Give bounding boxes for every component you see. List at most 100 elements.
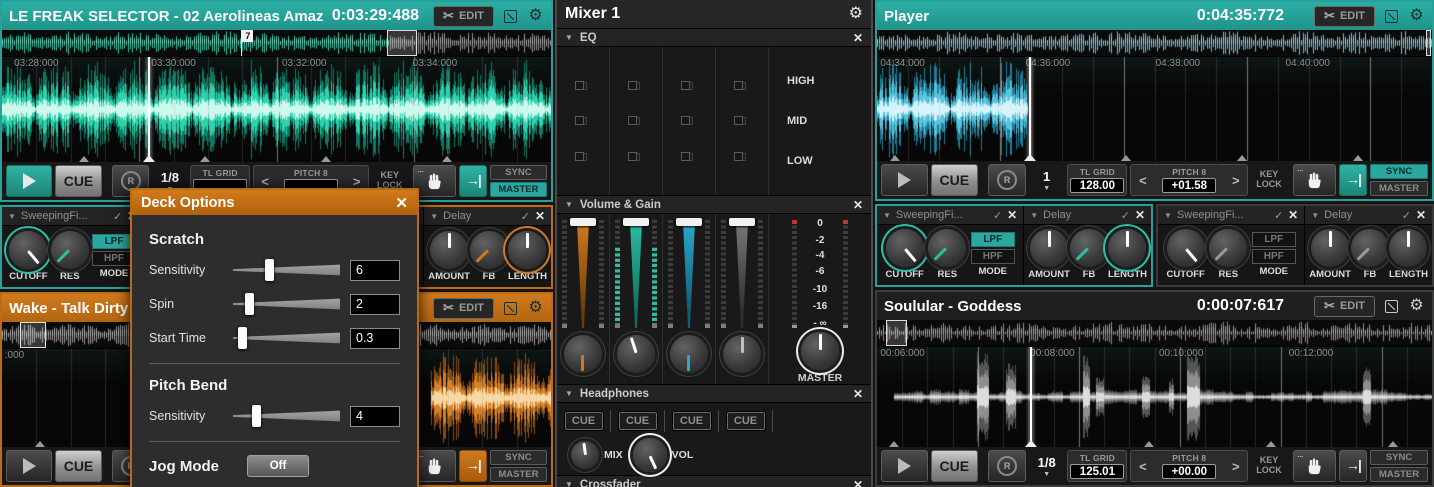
player-scratch-button[interactable]: ··· <box>1292 164 1336 196</box>
gain-knob[interactable] <box>617 335 655 373</box>
player-edit-button[interactable]: ✂ EDIT <box>1314 5 1375 27</box>
res-knob[interactable] <box>1209 229 1248 267</box>
cutoff-knob[interactable] <box>885 229 924 267</box>
check-icon[interactable]: ✓ <box>1274 209 1283 222</box>
scratch-starttime-slider[interactable] <box>233 326 340 350</box>
deck1-detail-waveform[interactable]: 03:28:000 03:30:000 03:32:000 03:34:000 <box>2 57 551 162</box>
player-master-button[interactable]: MASTER <box>1370 181 1428 196</box>
scratch-spin-slider[interactable] <box>233 292 340 316</box>
fader-handle[interactable] <box>570 218 596 226</box>
deck1-cue-button[interactable]: CUE <box>55 165 102 197</box>
deck1-master-button[interactable]: MASTER <box>489 182 548 197</box>
fader-handle[interactable] <box>729 218 755 226</box>
player-maximize-button[interactable] <box>1383 8 1400 25</box>
check-icon[interactable]: ✓ <box>993 209 1002 222</box>
collapse-icon[interactable]: ▼ <box>8 212 16 221</box>
collapse-icon[interactable]: ▼ <box>1030 211 1038 220</box>
fb-knob[interactable] <box>469 230 508 269</box>
player-loop-button[interactable]: R <box>988 164 1026 196</box>
headphone-volume-knob[interactable] <box>632 438 667 472</box>
close-icon[interactable]: ✕ <box>853 198 863 212</box>
player-sync-button[interactable]: SYNC <box>1370 164 1428 179</box>
deck4-keylock-button[interactable]: KEY LOCK <box>1251 450 1287 482</box>
slider-handle[interactable] <box>244 293 254 315</box>
fader-handle[interactable] <box>623 218 649 226</box>
collapse-icon[interactable]: ▼ <box>565 200 573 209</box>
fb-knob[interactable] <box>1350 229 1389 267</box>
crossfader-section-header[interactable]: ▼ Crossfader ✕ <box>557 475 871 487</box>
deck4-detail-waveform[interactable]: 00:06:000 00:08:000 00:10:000 00:12:000 <box>877 347 1432 447</box>
close-icon[interactable]: ✕ <box>395 194 408 212</box>
deck2-jump-button[interactable]: →| <box>458 450 487 482</box>
deck4-edit-button[interactable]: ✂ EDIT <box>1314 295 1375 317</box>
close-icon[interactable]: ✕ <box>1288 208 1298 222</box>
deck1-edit-button[interactable]: ✂ EDIT <box>433 5 494 27</box>
pitch-down-button[interactable]: < <box>1131 451 1154 481</box>
player-detail-waveform[interactable]: 04:34:000 04:36:000 04:38:000 04:40:000 <box>877 57 1432 161</box>
eq-kill-checkbox[interactable] <box>734 80 743 90</box>
gain-knob[interactable] <box>670 335 708 373</box>
scratch-sensitivity-slider[interactable] <box>233 258 340 282</box>
eq-kill-checkbox[interactable] <box>681 80 690 90</box>
deck1-maximize-button[interactable] <box>502 8 519 25</box>
deck1-overview-waveform[interactable]: 7 <box>2 30 551 57</box>
check-icon[interactable]: ✓ <box>1121 209 1130 222</box>
hpf-button[interactable]: HPF <box>970 249 1015 264</box>
deck4-sync-button[interactable]: SYNC <box>1370 450 1428 465</box>
deck4-loop-size[interactable]: 1/8 ▼ <box>1029 450 1065 482</box>
channel-fader[interactable] <box>561 218 605 330</box>
deck2-settings-button[interactable]: ⚙ <box>527 300 544 317</box>
headphone-cue-2[interactable]: CUE <box>618 412 657 430</box>
deck4-play-button[interactable] <box>881 450 928 482</box>
deck2-sync-button[interactable]: SYNC <box>489 450 548 465</box>
deck1-jump-button[interactable]: →| <box>458 165 487 197</box>
mixer-settings-button[interactable]: ⚙ <box>849 6 863 22</box>
gain-knob[interactable] <box>564 335 602 373</box>
check-icon[interactable]: ✓ <box>113 210 122 223</box>
eq-kill-checkbox[interactable] <box>628 151 637 161</box>
collapse-icon[interactable]: ▼ <box>565 480 573 487</box>
length-knob[interactable] <box>1389 229 1428 267</box>
deck4-maximize-button[interactable] <box>1383 298 1400 315</box>
collapse-icon[interactable]: ▼ <box>565 389 573 398</box>
deck4-master-button[interactable]: MASTER <box>1370 467 1428 482</box>
eq-kill-checkbox[interactable] <box>681 116 690 125</box>
collapse-icon[interactable]: ▼ <box>430 212 438 221</box>
scratch-sensitivity-value[interactable]: 6 <box>350 259 400 281</box>
deck1-cue-marker[interactable]: 7 <box>241 30 254 56</box>
collapse-icon[interactable]: ▼ <box>1164 211 1172 220</box>
lpf-button[interactable]: LPF <box>970 232 1015 247</box>
lpf-button[interactable]: LPF <box>1251 232 1296 247</box>
channel-fader[interactable] <box>614 218 658 330</box>
deck1-play-button[interactable] <box>6 165 53 197</box>
slider-handle[interactable] <box>238 327 248 349</box>
close-icon[interactable]: ✕ <box>1416 208 1426 222</box>
player-view-window[interactable] <box>1426 30 1431 56</box>
close-icon[interactable]: ✕ <box>853 478 863 487</box>
player-pitch-value[interactable]: PITCH 8 +01.58 <box>1154 165 1224 195</box>
deck1-view-window[interactable] <box>387 30 418 56</box>
player-tlgrid[interactable]: TL GRID 128.00 <box>1067 164 1128 196</box>
close-icon[interactable]: ✕ <box>853 387 863 401</box>
deck1-sync-button[interactable]: SYNC <box>489 165 548 180</box>
eq-kill-checkbox[interactable] <box>575 80 584 90</box>
headphones-section-header[interactable]: ▼ Headphones ✕ <box>557 384 871 403</box>
fader-handle[interactable] <box>676 218 702 226</box>
cutoff-knob[interactable] <box>1166 229 1205 267</box>
eq-kill-checkbox[interactable] <box>681 151 690 161</box>
pitchbend-sensitivity-value[interactable]: 4 <box>350 405 400 427</box>
deck4-loop-button[interactable]: R <box>988 450 1026 482</box>
res-knob[interactable] <box>50 230 89 269</box>
deck2-scratch-button[interactable]: ··· <box>413 450 456 482</box>
length-knob[interactable] <box>1108 229 1147 267</box>
headphone-cue-3[interactable]: CUE <box>672 412 711 430</box>
deck4-cue-button[interactable]: CUE <box>930 450 978 482</box>
deck2-edit-button[interactable]: ✂ EDIT <box>433 297 494 319</box>
close-icon[interactable]: ✕ <box>535 209 545 223</box>
headphone-mix-knob[interactable] <box>571 441 599 469</box>
channel-fader[interactable] <box>667 218 711 330</box>
res-knob[interactable] <box>928 229 967 267</box>
pitchbend-sensitivity-slider[interactable] <box>233 404 340 428</box>
deck4-jump-button[interactable]: →| <box>1338 450 1368 482</box>
gain-knob[interactable] <box>723 335 761 373</box>
